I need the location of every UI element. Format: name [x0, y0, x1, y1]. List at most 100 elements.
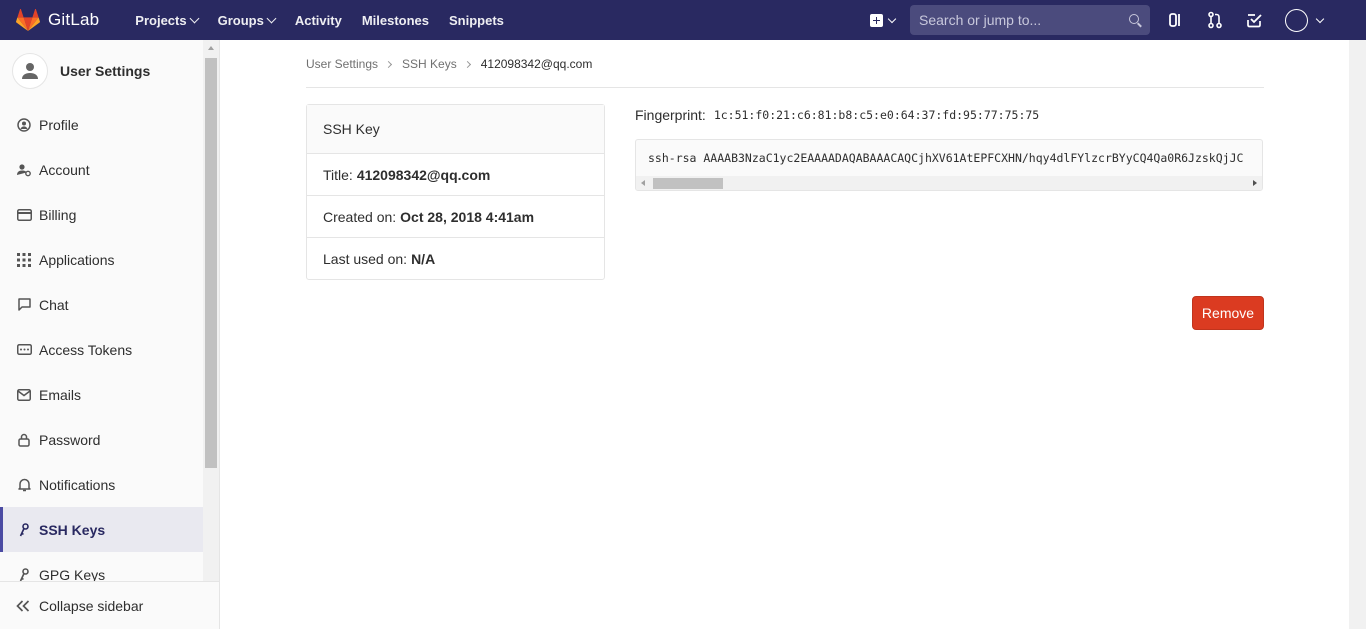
- breadcrumb: User Settings SSH Keys 412098342@qq.com: [306, 57, 592, 71]
- scroll-up-arrow-icon[interactable]: [208, 46, 214, 50]
- profile-icon: [16, 117, 32, 133]
- billing-icon: [16, 207, 32, 223]
- nav-milestones-label: Milestones: [362, 13, 429, 28]
- sidebar-item-billing[interactable]: Billing: [0, 192, 204, 237]
- chevron-down-icon: [189, 13, 199, 23]
- nav-groups[interactable]: Groups: [208, 0, 285, 40]
- merge-requests-icon[interactable]: [1205, 10, 1225, 30]
- scrollbar-thumb[interactable]: [653, 178, 723, 189]
- ssh-key-card: SSH Key Title: 412098342@qq.com Created …: [306, 104, 605, 280]
- collapse-sidebar-label: Collapse sidebar: [39, 598, 143, 614]
- sidebar-item-label: Applications: [39, 252, 115, 268]
- key-last-used-value: N/A: [411, 251, 435, 267]
- applications-icon: [16, 252, 32, 268]
- divider: [306, 87, 1264, 88]
- brand-link[interactable]: GitLab: [16, 0, 99, 40]
- key-title-value: 412098342@qq.com: [357, 167, 491, 183]
- sidebar-item-label: Billing: [39, 207, 76, 223]
- user-avatar-icon: [12, 53, 48, 89]
- search-box: [910, 5, 1150, 35]
- sidebar-item-label: Profile: [39, 117, 79, 133]
- sidebar-item-label: Chat: [39, 297, 69, 313]
- nav-activity-label: Activity: [295, 13, 342, 28]
- chevron-down-icon: [266, 13, 276, 23]
- sidebar-item-label: SSH Keys: [39, 522, 105, 538]
- ssh-key-text: ssh-rsa AAAAB3NzaC1yc2EAAAADAQABAAACAQCj…: [648, 151, 1243, 165]
- avatar: [1285, 9, 1308, 32]
- sidebar-title: User Settings: [60, 63, 150, 79]
- gitlab-logo-icon: [16, 9, 40, 31]
- issues-icon[interactable]: [1166, 10, 1186, 30]
- key-title-row: Title: 412098342@qq.com: [307, 154, 604, 196]
- chevron-right-icon: [385, 60, 392, 67]
- sidebar-item-profile[interactable]: Profile: [0, 102, 204, 147]
- fingerprint-label: Fingerprint:: [635, 107, 706, 123]
- key-created-value: Oct 28, 2018 4:41am: [400, 209, 534, 225]
- fingerprint: Fingerprint: 1c:51:f0:21:c6:81:b8:c5:e0:…: [635, 107, 1039, 123]
- plus-square-icon: [870, 14, 883, 27]
- top-navbar: GitLab Projects Groups Activity Mileston…: [0, 0, 1366, 40]
- nav-projects-label: Projects: [135, 13, 186, 28]
- nav-links: Projects Groups Activity Milestones Snip…: [125, 0, 514, 40]
- scrollbar-thumb[interactable]: [205, 58, 217, 468]
- breadcrumb-current[interactable]: 412098342@qq.com: [481, 57, 593, 71]
- collapse-sidebar-button[interactable]: Collapse sidebar: [0, 581, 219, 629]
- sidebar-item-label: Notifications: [39, 477, 115, 493]
- sidebar-item-account[interactable]: Account: [0, 147, 204, 192]
- user-menu-button[interactable]: [1285, 9, 1323, 32]
- key-horizontal-scrollbar[interactable]: [636, 176, 1262, 191]
- nav-snippets[interactable]: Snippets: [439, 0, 514, 40]
- sidebar-item-ssh-keys[interactable]: SSH Keys: [0, 507, 204, 552]
- double-chevron-left-icon: [16, 600, 30, 612]
- sidebar-item-applications[interactable]: Applications: [0, 237, 204, 282]
- key-title-label: Title:: [323, 167, 353, 183]
- sidebar-header[interactable]: User Settings: [0, 40, 219, 102]
- key-created-label: Created on:: [323, 209, 396, 225]
- search-icon[interactable]: [1129, 14, 1139, 24]
- access-tokens-icon: [16, 342, 32, 358]
- remove-button[interactable]: Remove: [1192, 296, 1264, 330]
- card-header: SSH Key: [307, 105, 604, 154]
- nav-milestones[interactable]: Milestones: [352, 0, 439, 40]
- scroll-right-arrow-icon[interactable]: [1253, 180, 1257, 186]
- emails-icon: [16, 387, 32, 403]
- notifications-icon: [16, 477, 32, 493]
- key-last-used-row: Last used on: N/A: [307, 238, 604, 280]
- account-icon: [16, 162, 32, 178]
- key-last-used-label: Last used on:: [323, 251, 407, 267]
- nav-right: [862, 0, 902, 40]
- password-icon: [16, 432, 32, 448]
- sidebar-item-password[interactable]: Password: [0, 417, 204, 462]
- fingerprint-value: 1c:51:f0:21:c6:81:b8:c5:e0:64:37:fd:95:7…: [714, 108, 1039, 122]
- sidebar-item-label: Emails: [39, 387, 81, 403]
- sidebar-scrollbar[interactable]: [203, 40, 219, 581]
- sidebar-item-chat[interactable]: Chat: [0, 282, 204, 327]
- settings-sidebar: User Settings Profile Account Billing Ap…: [0, 40, 220, 629]
- sidebar-item-access-tokens[interactable]: Access Tokens: [0, 327, 204, 372]
- nav-snippets-label: Snippets: [449, 13, 504, 28]
- todos-icon[interactable]: [1244, 10, 1264, 30]
- breadcrumb-ssh-keys[interactable]: SSH Keys: [402, 57, 457, 71]
- scroll-left-arrow-icon[interactable]: [641, 180, 645, 186]
- ssh-key-content[interactable]: ssh-rsa AAAAB3NzaC1yc2EAAAADAQABAAACAQCj…: [635, 139, 1263, 191]
- sidebar-item-emails[interactable]: Emails: [0, 372, 204, 417]
- user-icon: [21, 62, 39, 80]
- brand-name: GitLab: [48, 10, 99, 30]
- search-input[interactable]: [910, 12, 1120, 28]
- new-dropdown-button[interactable]: [862, 0, 902, 40]
- chevron-down-icon: [887, 14, 895, 22]
- nav-groups-label: Groups: [218, 13, 264, 28]
- sidebar-item-label: Access Tokens: [39, 342, 132, 358]
- sidebar-item-label: Account: [39, 162, 90, 178]
- nav-activity[interactable]: Activity: [285, 0, 352, 40]
- page-scrollbar[interactable]: [1349, 40, 1366, 629]
- nav-projects[interactable]: Projects: [125, 0, 207, 40]
- chat-icon: [16, 297, 32, 313]
- breadcrumb-user-settings[interactable]: User Settings: [306, 57, 378, 71]
- sidebar-item-label: Password: [39, 432, 100, 448]
- chevron-down-icon: [1316, 15, 1324, 23]
- sidebar-item-notifications[interactable]: Notifications: [0, 462, 204, 507]
- key-created-row: Created on: Oct 28, 2018 4:41am: [307, 196, 604, 238]
- chevron-right-icon: [464, 60, 471, 67]
- key-icon: [16, 522, 32, 538]
